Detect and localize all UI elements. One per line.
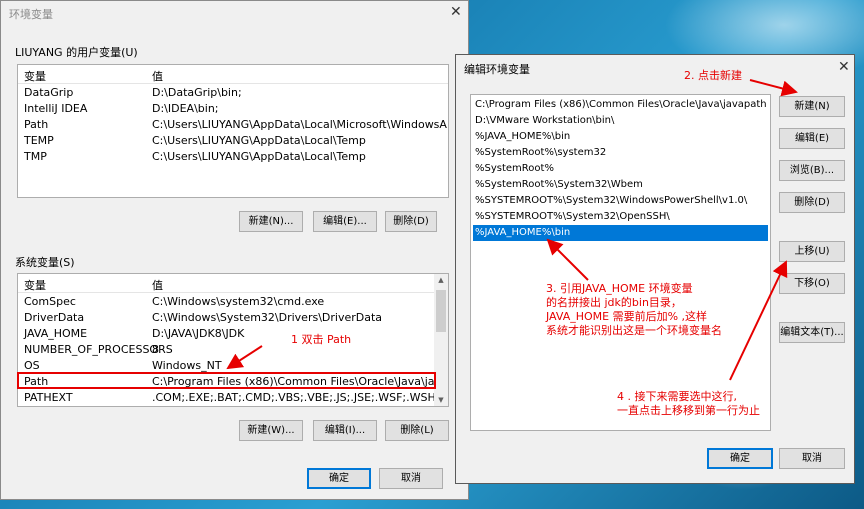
- system-new-button[interactable]: 新建(W)...: [239, 420, 303, 441]
- list-item[interactable]: JAVA_HOME D:\JAVA\JDK8\JDK: [18, 326, 448, 342]
- ok-button[interactable]: 确定: [307, 468, 371, 489]
- variable-name: TMP: [24, 150, 47, 163]
- variable-name: IntelliJ IDEA: [24, 102, 88, 115]
- system-vars-label: 系统变量(S): [15, 256, 75, 269]
- variable-value: .COM;.EXE;.BAT;.CMD;.VBS;.VBE;.JS;.JSE;.…: [152, 391, 449, 404]
- step3-line: 的名拼接出 jdk的bin目录，: [546, 296, 682, 309]
- variable-value: D:\IDEA\bin;: [152, 102, 219, 115]
- close-icon[interactable]: ✕: [450, 4, 462, 20]
- path-entry[interactable]: %SystemRoot%\System32\Wbem: [473, 177, 768, 193]
- variable-value: D:\DataGrip\bin;: [152, 86, 242, 99]
- variable-value: C:\Windows\system32\cmd.exe: [152, 295, 325, 308]
- system-edit-button[interactable]: 编辑(I)...: [313, 420, 377, 441]
- scroll-down-icon[interactable]: ▼: [434, 396, 448, 404]
- cancel-button[interactable]: 取消: [779, 448, 845, 469]
- variable-value: 8: [152, 343, 159, 356]
- step4-annotation: 4 . 接下来需要选中这行, 一直点击上移移到第一行为止: [617, 390, 777, 418]
- env-variables-dialog: 环境变量 ✕ LIUYANG 的用户变量(U) 变量 值 DataGrip D:\…: [0, 0, 469, 500]
- step3-annotation: 3. 引用JAVA_HOME 环境变量 的名拼接出 jdk的bin目录， JAV…: [546, 282, 746, 338]
- variable-name: DataGrip: [24, 86, 74, 99]
- variable-name: JAVA_HOME: [24, 327, 88, 340]
- column-header-name[interactable]: 变量: [24, 68, 46, 84]
- step3-line: 3. 引用JAVA_HOME 环境变量: [546, 282, 693, 295]
- delete-path-button[interactable]: 删除(D): [779, 192, 845, 213]
- list-item[interactable]: DriverData C:\Windows\System32\Drivers\Dr…: [18, 310, 448, 326]
- path-entry[interactable]: D:\VMware Workstation\bin\: [473, 113, 768, 129]
- edit-path-button[interactable]: 编辑(E): [779, 128, 845, 149]
- step1-annotation: 1 双击 Path: [291, 333, 352, 346]
- list-item[interactable]: DataGrip D:\DataGrip\bin;: [18, 85, 448, 101]
- variable-name: PATHEXT: [24, 391, 73, 404]
- step3-line: 系统才能识别出这是一个环境变量名: [546, 324, 722, 337]
- path-entry[interactable]: %JAVA_HOME%\bin: [473, 129, 768, 145]
- new-path-button[interactable]: 新建(N): [779, 96, 845, 117]
- list-item[interactable]: ComSpec C:\Windows\system32\cmd.exe: [18, 294, 448, 310]
- variable-name: Path: [24, 118, 49, 131]
- list-item[interactable]: TEMP C:\Users\LIUYANG\AppData\Local\Temp: [18, 133, 448, 149]
- list-item[interactable]: NUMBER_OF_PROCESSORS 8: [18, 342, 448, 358]
- variable-name: ComSpec: [24, 295, 76, 308]
- step3-line: JAVA_HOME 需要前后加% ,这样: [546, 310, 708, 323]
- edit-env-variable-dialog: 编辑环境变量 ✕ C:\Program Files (x86)\Common F…: [455, 54, 855, 484]
- variable-name: TEMP: [24, 134, 54, 147]
- edit-text-button[interactable]: 编辑文本(T)...: [779, 322, 845, 343]
- close-icon[interactable]: ✕: [838, 59, 850, 75]
- list-header: 变量 值: [18, 65, 448, 84]
- move-up-button[interactable]: 上移(U): [779, 241, 845, 262]
- vertical-scrollbar[interactable]: ▲ ▼: [434, 274, 448, 406]
- variable-value: C:\Users\LIUYANG\AppData\Local\Temp: [152, 150, 366, 163]
- path-list[interactable]: C:\Program Files (x86)\Common Files\Orac…: [470, 94, 771, 431]
- user-new-button[interactable]: 新建(N)...: [239, 211, 303, 232]
- user-vars-label: LIUYANG 的用户变量(U): [15, 46, 138, 59]
- ok-button[interactable]: 确定: [707, 448, 773, 469]
- variable-value: C:\Users\LIUYANG\AppData\Local\Microsoft…: [152, 118, 449, 131]
- variable-value: C:\Windows\System32\Drivers\DriverData: [152, 311, 383, 324]
- scroll-up-icon[interactable]: ▲: [434, 276, 448, 284]
- system-delete-button[interactable]: 删除(L): [385, 420, 449, 441]
- path-row-highlight: [17, 372, 436, 389]
- variable-value: D:\JAVA\JDK8\JDK: [152, 327, 245, 340]
- list-item[interactable]: Path C:\Users\LIUYANG\AppData\Local\Micro…: [18, 117, 448, 133]
- path-entry[interactable]: C:\Program Files (x86)\Common Files\Orac…: [473, 97, 768, 113]
- cancel-button[interactable]: 取消: [379, 468, 443, 489]
- variable-name: NUMBER_OF_PROCESSORS: [24, 343, 173, 356]
- path-entry[interactable]: %SystemRoot%\system32: [473, 145, 768, 161]
- list-item[interactable]: IntelliJ IDEA D:\IDEA\bin;: [18, 101, 448, 117]
- user-vars-list[interactable]: 变量 值 DataGrip D:\DataGrip\bin; IntelliJ ID…: [17, 64, 449, 198]
- step2-annotation: 2. 点击新建: [684, 69, 742, 82]
- column-header-value[interactable]: 值: [152, 68, 163, 84]
- list-item[interactable]: PATHEXT .COM;.EXE;.BAT;.CMD;.VBS;.VBE;.JS…: [18, 390, 448, 406]
- user-delete-button[interactable]: 删除(D): [385, 211, 437, 232]
- column-header-value[interactable]: 值: [152, 277, 163, 293]
- list-header: 变量 值: [18, 274, 448, 293]
- user-edit-button[interactable]: 编辑(E)...: [313, 211, 377, 232]
- dialog-title: 环境变量: [9, 8, 53, 21]
- path-entry[interactable]: %SYSTEMROOT%\System32\OpenSSH\: [473, 209, 768, 225]
- column-header-name[interactable]: 变量: [24, 277, 46, 293]
- dialog-title: 编辑环境变量: [464, 63, 530, 76]
- path-entry[interactable]: %SYSTEMROOT%\System32\WindowsPowerShell\…: [473, 193, 768, 209]
- path-entry[interactable]: %JAVA_HOME%\bin: [472, 224, 769, 242]
- step4-line: 一直点击上移移到第一行为止: [617, 404, 760, 417]
- browse-button[interactable]: 浏览(B)...: [779, 160, 845, 181]
- move-down-button[interactable]: 下移(O): [779, 273, 845, 294]
- step4-line: 4 . 接下来需要选中这行,: [617, 390, 737, 403]
- variable-value: C:\Users\LIUYANG\AppData\Local\Temp: [152, 134, 366, 147]
- path-entry[interactable]: %SystemRoot%: [473, 161, 768, 177]
- list-item[interactable]: TMP C:\Users\LIUYANG\AppData\Local\Temp: [18, 149, 448, 165]
- variable-name: DriverData: [24, 311, 85, 324]
- scrollbar-thumb[interactable]: [436, 290, 446, 332]
